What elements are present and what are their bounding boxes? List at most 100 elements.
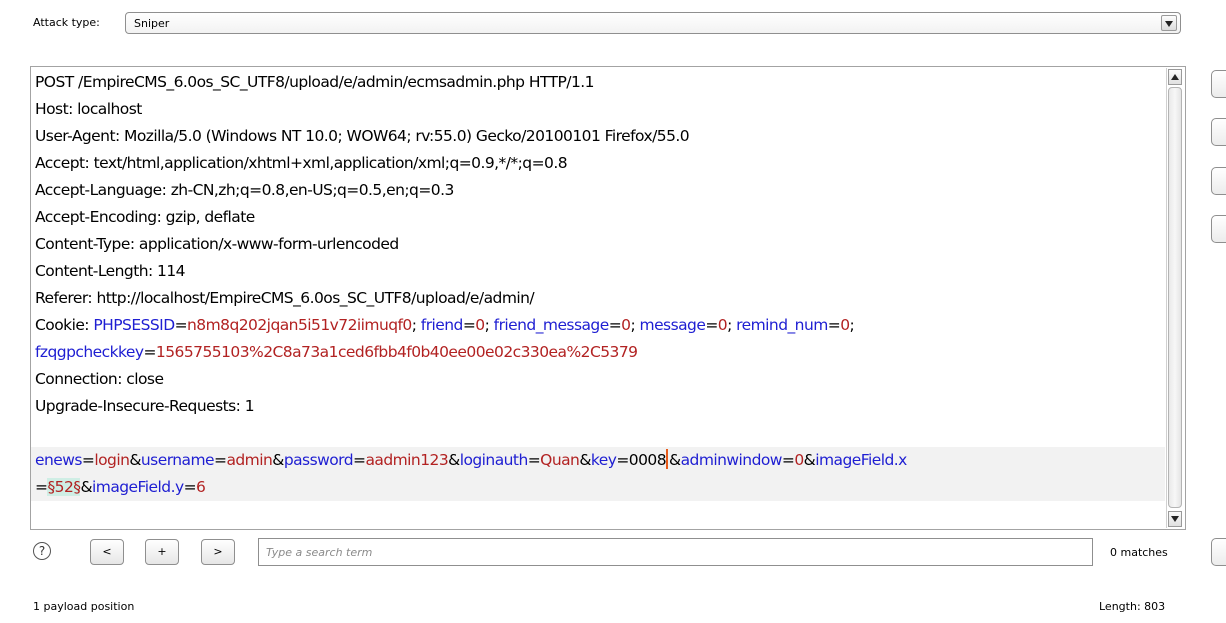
param-name: key bbox=[590, 451, 617, 469]
param-value: 0 bbox=[794, 451, 804, 469]
request-text-segment: = bbox=[462, 316, 476, 334]
request-text-segment: ; bbox=[630, 316, 640, 334]
request-line[interactable]: Accept-Encoding: gzip, deflate bbox=[35, 204, 1163, 231]
request-line[interactable]: fzqgpcheckkey=1565755103%2C8a73a1ced6fbb… bbox=[35, 339, 1163, 366]
request-text-segment: = bbox=[705, 316, 718, 334]
request-text-segment: Accept-Language: zh-CN,zh;q=0.8,en-US;q=… bbox=[35, 181, 454, 199]
request-text-segment: POST /EmpireCMS_6.0os_SC_UTF8/upload/e/a… bbox=[35, 73, 595, 91]
param-name: loginauth bbox=[459, 451, 529, 469]
request-text-segment: Content-Length: 114 bbox=[35, 262, 186, 280]
add-payload-marker-button[interactable] bbox=[1211, 70, 1226, 98]
auto-payload-marker-button[interactable] bbox=[1211, 167, 1226, 195]
request-text-segment: = bbox=[827, 316, 841, 334]
request-text-segment: Referer: http://localhost/EmpireCMS_6.0o… bbox=[35, 289, 535, 307]
clear-payload-markers-button[interactable] bbox=[1211, 118, 1226, 146]
param-name: imageField.y bbox=[92, 478, 184, 496]
request-text-segment: & bbox=[448, 451, 460, 469]
request-text-segment: User-Agent: Mozilla/5.0 (Windows NT 10.0… bbox=[35, 127, 690, 145]
request-line[interactable]: Host: localhost bbox=[35, 96, 1163, 123]
request-text-segment: = bbox=[608, 316, 622, 334]
request-editor[interactable]: POST /EmpireCMS_6.0os_SC_UTF8/upload/e/a… bbox=[30, 66, 1186, 530]
scroll-up-arrow-icon[interactable] bbox=[1168, 69, 1182, 85]
param-value: n8m8q202jqan5i51v72iimuqf0 bbox=[187, 316, 412, 334]
search-side-button[interactable] bbox=[1211, 538, 1226, 566]
param-value: 0 bbox=[717, 316, 728, 334]
request-text-segment: & bbox=[80, 478, 93, 496]
request-line[interactable] bbox=[35, 420, 1163, 447]
request-line[interactable]: POST /EmpireCMS_6.0os_SC_UTF8/upload/e/a… bbox=[35, 69, 1163, 96]
previous-match-button[interactable]: < bbox=[90, 539, 124, 565]
param-name: PHPSESSID bbox=[93, 316, 175, 334]
param-value: 1565755103%2C8a73a1ced6fbb4f0b40ee00e02c… bbox=[155, 343, 638, 361]
request-line[interactable]: Referer: http://localhost/EmpireCMS_6.0o… bbox=[35, 285, 1163, 312]
request-text-segment: ; bbox=[849, 316, 855, 334]
request-line[interactable]: =§52§&imageField.y=6 bbox=[31, 474, 1165, 501]
request-line[interactable]: Content-Length: 114 bbox=[35, 258, 1163, 285]
search-input[interactable] bbox=[258, 538, 1093, 566]
param-value: login bbox=[94, 451, 130, 469]
add-search-button[interactable]: + bbox=[145, 539, 179, 565]
param-name: fzqgpcheckkey bbox=[35, 343, 144, 361]
attack-type-label: Attack type: bbox=[33, 16, 100, 29]
request-line[interactable]: enews=login&username=admin&password=aadm… bbox=[31, 447, 1165, 474]
param-value: admin bbox=[226, 451, 273, 469]
request-text-segment: ; bbox=[727, 316, 737, 334]
request-text-segment: Accept-Encoding: gzip, deflate bbox=[35, 208, 255, 226]
request-text-segment: Accept: text/html,application/xhtml+xml,… bbox=[35, 154, 568, 172]
request-line[interactable]: Accept-Language: zh-CN,zh;q=0.8,en-US;q=… bbox=[35, 177, 1163, 204]
param-value: 0 bbox=[840, 316, 850, 334]
request-text-segment: = bbox=[81, 451, 95, 469]
scrollbar-thumb[interactable] bbox=[1168, 87, 1182, 508]
request-line[interactable]: Cookie: PHPSESSID=n8m8q202jqan5i51v72iim… bbox=[35, 312, 1163, 339]
chevron-down-icon[interactable] bbox=[1161, 15, 1177, 31]
request-text-segment: & bbox=[579, 451, 591, 469]
editor-scrollbar[interactable] bbox=[1166, 68, 1184, 528]
request-text-segment: = bbox=[781, 451, 795, 469]
param-name: imageField.x bbox=[815, 451, 907, 469]
help-icon[interactable]: ? bbox=[33, 542, 51, 560]
param-value: 6 bbox=[196, 478, 206, 496]
request-text-segment: Host: localhost bbox=[35, 100, 142, 118]
request-line[interactable]: Accept: text/html,application/xhtml+xml,… bbox=[35, 150, 1163, 177]
param-name: enews bbox=[35, 451, 82, 469]
request-line[interactable]: Content-Type: application/x-www-form-url… bbox=[35, 231, 1163, 258]
request-text-segment: ; bbox=[411, 316, 421, 334]
request-text-segment: Upgrade-Insecure-Requests: 1 bbox=[35, 397, 255, 415]
request-text-segment: Content-Type: application/x-www-form-url… bbox=[35, 235, 399, 253]
param-name: username bbox=[140, 451, 215, 469]
payload-marker: §52§ bbox=[47, 478, 81, 496]
attack-type-select[interactable]: Sniper bbox=[125, 12, 1181, 34]
request-text-segment: = bbox=[616, 451, 629, 469]
next-match-button[interactable]: > bbox=[201, 539, 235, 565]
payload-position-count: 1 payload position bbox=[33, 600, 135, 613]
param-value: Quan bbox=[540, 451, 580, 469]
request-line[interactable]: User-Agent: Mozilla/5.0 (Windows NT 10.0… bbox=[35, 123, 1163, 150]
match-count: 0 matches bbox=[1110, 546, 1168, 559]
param-name: password bbox=[283, 451, 354, 469]
request-length: Length: 803 bbox=[1099, 600, 1166, 613]
request-line[interactable]: Upgrade-Insecure-Requests: 1 bbox=[35, 393, 1163, 420]
param-name: adminwindow bbox=[680, 451, 783, 469]
request-text-segment: = bbox=[527, 451, 541, 469]
scroll-down-arrow-icon[interactable] bbox=[1168, 511, 1182, 527]
refresh-button[interactable] bbox=[1211, 215, 1226, 243]
param-value: 0 bbox=[475, 316, 485, 334]
param-value: aadmin123 bbox=[365, 451, 449, 469]
request-text-segment: & bbox=[129, 451, 141, 469]
param-name: message bbox=[639, 316, 706, 334]
request-text-segment: = bbox=[143, 343, 156, 361]
request-text[interactable]: POST /EmpireCMS_6.0os_SC_UTF8/upload/e/a… bbox=[31, 69, 1165, 501]
request-text-segment: = bbox=[353, 451, 366, 469]
request-text-segment: Connection: close bbox=[35, 370, 164, 388]
param-name: friend bbox=[420, 316, 464, 334]
request-text-segment: = bbox=[174, 316, 188, 334]
request-text-segment: Cookie: bbox=[35, 316, 94, 334]
request-text-segment: & bbox=[272, 451, 284, 469]
attack-type-value: Sniper bbox=[134, 17, 170, 30]
param-name: friend_message bbox=[493, 316, 610, 334]
request-text-segment: ; bbox=[484, 316, 494, 334]
param-name: remind_num bbox=[736, 316, 828, 334]
request-line[interactable]: Connection: close bbox=[35, 366, 1163, 393]
text-caret bbox=[666, 449, 669, 469]
request-text-segment: & bbox=[803, 451, 816, 469]
